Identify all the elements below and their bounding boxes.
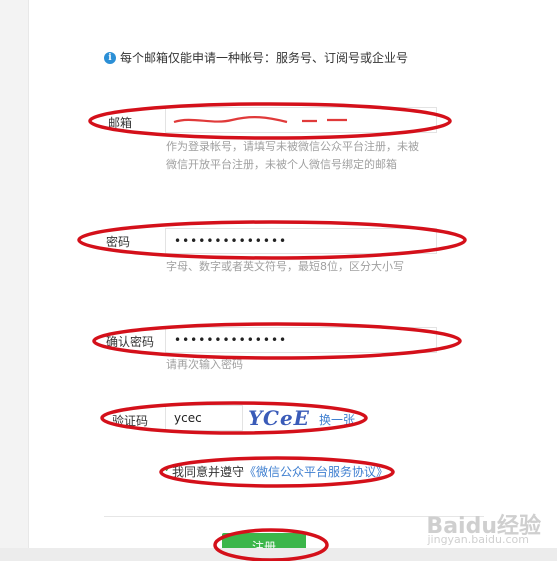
email-input[interactable] [165,107,437,133]
email-hint: 作为登录帐号，请填写未被微信公众平台注册，未被微信开放平台注册，未被个人微信号绑… [166,140,419,171]
baidu-watermark-url: jingyan.baidu.com [427,533,529,546]
password-hint: 字母、数字或者英文符号，最短8位，区分大小写 [166,260,404,273]
agreement-text: 我同意并遵守 [172,465,245,479]
confirm-password-label: 确认密码 [106,335,155,349]
info-icon: i [104,51,116,64]
page-left-edge [0,0,29,561]
confirm-password-input[interactable]: •••••••••••••• [165,327,437,353]
captcha-label: 验证码 [112,414,149,428]
agreement-row: 我同意并遵守《微信公众平台服务协议》 [172,463,388,480]
email-label: 邮箱 [108,116,133,130]
notice-text: 每个邮箱仅能申请一种帐号：服务号、订阅号或企业号 [120,51,409,65]
service-agreement-link[interactable]: 《微信公众平台服务协议》 [244,465,388,479]
refresh-captcha-link[interactable]: 换一张 [319,411,355,428]
password-input[interactable]: •••••••••••••• [165,228,437,254]
redacted-email-scribble [173,116,347,124]
captcha-input[interactable]: ycec [165,405,243,431]
account-type-notice: i 每个邮箱仅能申请一种帐号：服务号、订阅号或企业号 [104,49,408,66]
bottom-strip [0,548,557,561]
password-label: 密码 [106,235,131,249]
confirm-password-hint: 请再次输入密码 [166,358,243,371]
captcha-image[interactable]: YCeE [248,404,309,432]
